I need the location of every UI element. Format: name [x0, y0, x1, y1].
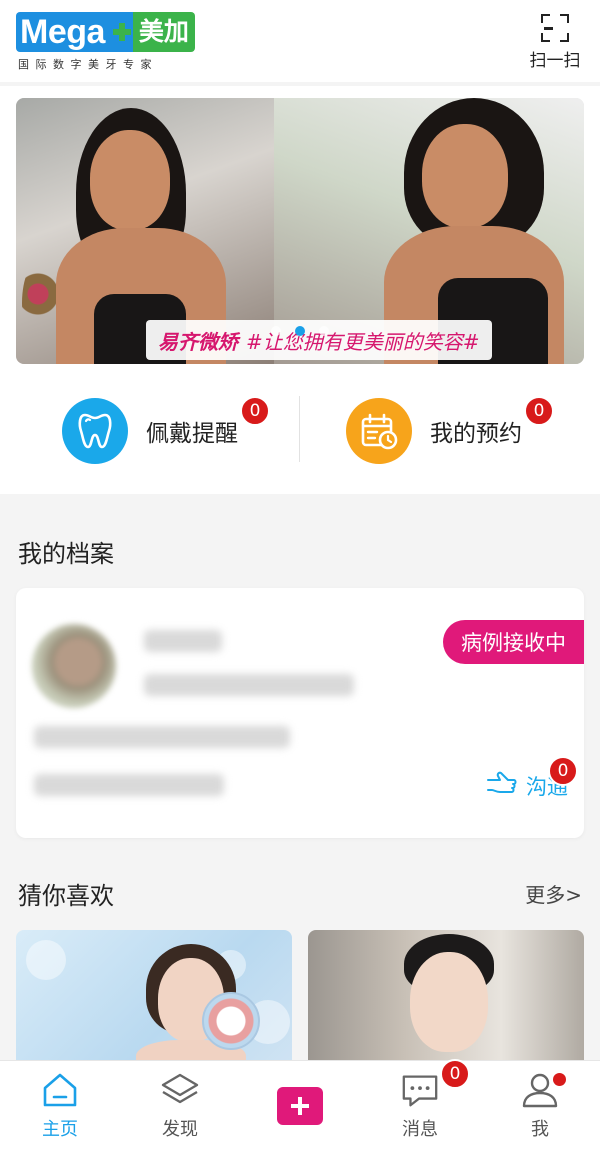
messages-badge: 0 [440, 1059, 470, 1089]
wear-reminder-label: 佩戴提醒 [146, 421, 238, 447]
logo-plus-icon [110, 12, 133, 52]
wear-reminder-button[interactable]: 佩戴提醒 0 [62, 386, 270, 476]
top-section: 易齐微矫 #让您拥有更美丽的笑容# 佩戴提醒 0 我的预约 0 [0, 86, 600, 494]
redacted-name [144, 630, 222, 652]
tab-messages-label: 消息 [402, 1119, 438, 1140]
carousel-dots [16, 326, 584, 336]
tab-me[interactable]: 我 [495, 1069, 585, 1141]
logo-mega-text: Mega [16, 12, 111, 52]
wear-reminder-badge: 0 [240, 396, 270, 426]
recommend-title: 猜你喜欢 [18, 882, 114, 910]
layers-icon [160, 1069, 200, 1111]
recommend-card-dental[interactable] [16, 930, 292, 1060]
tab-discover[interactable]: 发现 [135, 1069, 225, 1141]
my-appointment-label: 我的预约 [430, 421, 522, 447]
my-appointment-button[interactable]: 我的预约 0 [346, 386, 554, 476]
teeth-model-image [202, 992, 260, 1050]
tab-home-label: 主页 [42, 1119, 78, 1140]
tooth-icon [62, 398, 128, 464]
more-link[interactable]: 更多> [525, 879, 582, 908]
tab-me-label: 我 [531, 1119, 549, 1140]
shortcut-divider [299, 396, 300, 462]
archive-title: 我的档案 [18, 540, 114, 568]
logo-cn-text: 美加 [132, 12, 195, 52]
carousel-dot-active[interactable] [295, 326, 305, 336]
carousel-dot[interactable] [319, 326, 329, 336]
pointing-hand-icon [486, 770, 518, 801]
message-icon [400, 1069, 440, 1111]
redacted-doctor [34, 774, 224, 796]
me-notification-dot [553, 1073, 566, 1086]
scan-icon [541, 14, 569, 42]
logo-mark: Mega 美加 [16, 12, 216, 52]
calendar-clock-icon [346, 398, 412, 464]
shortcut-row: 佩戴提醒 0 我的预约 0 [0, 386, 600, 476]
mega-logo: Mega 美加 国际数字美牙专家 [16, 12, 216, 72]
my-appointment-badge: 0 [524, 396, 554, 426]
recommend-card-mall[interactable] [308, 930, 584, 1060]
archive-card[interactable]: 病例接收中 沟通 0 [16, 588, 584, 838]
redacted-clinic [34, 726, 290, 748]
redacted-info [144, 674, 354, 696]
communicate-badge: 0 [548, 756, 578, 786]
avatar [32, 624, 116, 708]
scan-label: 扫一扫 [529, 51, 581, 71]
bottom-tabbar: 主页 发现 消息 0 我 [0, 1059, 600, 1160]
add-button[interactable] [277, 1087, 323, 1125]
scan-button[interactable]: 扫一扫 [524, 14, 586, 71]
carousel-dot[interactable] [271, 326, 281, 336]
mall-model-image [394, 934, 504, 1060]
tab-home[interactable]: 主页 [15, 1069, 105, 1141]
tab-discover-label: 发现 [162, 1119, 198, 1140]
app-header: Mega 美加 国际数字美牙专家 扫一扫 [0, 0, 600, 82]
case-status-badge: 病例接收中 [443, 620, 584, 664]
promo-banner[interactable]: 易齐微矫 #让您拥有更美丽的笑容# [16, 98, 584, 364]
logo-tagline: 国际数字美牙专家 [18, 58, 158, 71]
home-icon [40, 1069, 80, 1111]
